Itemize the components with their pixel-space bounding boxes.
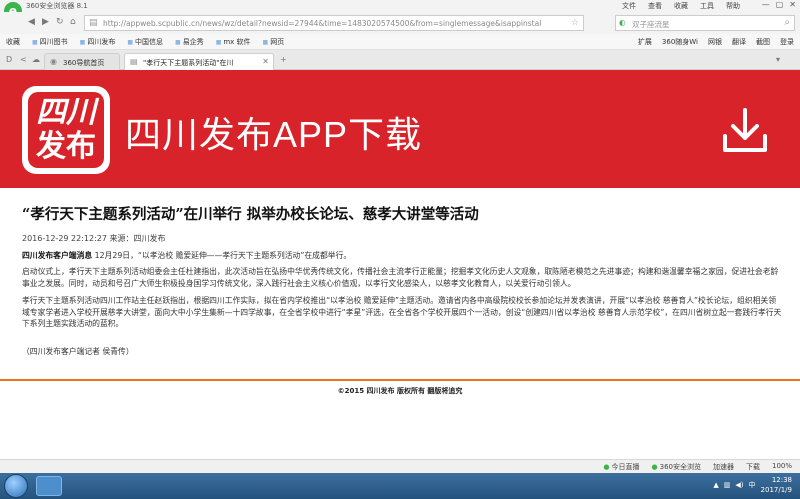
clock[interactable]: 12:38 2017/1/9 bbox=[761, 475, 792, 495]
search-engine-icon[interactable]: ◐ bbox=[619, 18, 626, 27]
status-accelerator[interactable]: 加速器 bbox=[713, 462, 734, 472]
favorite-item[interactable]: 网页 bbox=[263, 37, 284, 47]
address-bar[interactable]: ▤ http://appweb.scpublic.cn/news/wz/deta… bbox=[84, 15, 584, 31]
tray-up-icon[interactable]: ▲ bbox=[713, 481, 718, 489]
system-tray: ▲ ▥ ◀) 中 12:38 2017/1/9 bbox=[713, 475, 792, 495]
footer-divider bbox=[0, 379, 800, 381]
favorites-bar: 收藏 四川图书 四川发布 中国信息 易企秀 mx 软件 网页 扩展 360随身W… bbox=[0, 34, 800, 50]
tab-bar: D < ☁ ◉ 360导航首页 ▤ "孝行天下主题系列活动"在川 ✕ + ▾ bbox=[0, 50, 800, 70]
menu-help[interactable]: 帮助 bbox=[726, 1, 740, 11]
status-live[interactable]: 今日直播 bbox=[603, 462, 640, 472]
new-tab-icon[interactable]: + bbox=[280, 55, 287, 64]
article-title: “孝行天下主题系列活动”在川举行 拟举办校长论坛、慈孝大讲堂等活动 bbox=[22, 206, 479, 223]
minimize-icon[interactable]: — bbox=[762, 0, 770, 9]
clock-date: 2017/1/9 bbox=[760, 486, 792, 494]
browser-taskbar-icon[interactable] bbox=[36, 476, 62, 496]
forward-icon[interactable]: ▶ bbox=[42, 17, 49, 27]
lead-text: 12月29日，“以孝治校 赡爱延伸——孝行天下主题系列活动”在成都举行。 bbox=[92, 251, 352, 260]
taskbar: ▲ ▥ ◀) 中 12:38 2017/1/9 bbox=[0, 473, 800, 499]
app-download-banner[interactable]: 四川 发布 四川发布APP下载 bbox=[0, 70, 800, 188]
tool-wifi[interactable]: 360随身Wi bbox=[662, 37, 698, 47]
logo-line1: 四川 bbox=[36, 95, 96, 130]
app-title: 360安全浏览器 8.1 bbox=[26, 2, 88, 10]
address-url: http://appweb.scpublic.cn/news/wz/detail… bbox=[103, 19, 542, 28]
banner-title: 四川发布APP下载 bbox=[125, 114, 423, 155]
refresh-icon[interactable]: ↻ bbox=[56, 17, 64, 27]
article-meta: 2016-12-29 22:12:27 来源：四川发布 bbox=[22, 234, 166, 243]
tab-home[interactable]: ◉ 360导航首页 bbox=[44, 53, 120, 70]
volume-icon[interactable]: ◀) bbox=[735, 481, 743, 489]
close-icon[interactable]: ✕ bbox=[789, 0, 796, 9]
tab-close-icon[interactable]: ✕ bbox=[262, 57, 269, 66]
favorite-item[interactable]: 四川发布 bbox=[80, 37, 115, 47]
tool-extensions[interactable]: 扩展 bbox=[638, 37, 652, 47]
search-icon[interactable]: ⌕ bbox=[784, 17, 790, 28]
tab-home-label: 360导航首页 bbox=[63, 59, 105, 67]
address-row: ◀ ▶ ↻ ⌂ ▤ http://appweb.scpublic.cn/news… bbox=[0, 12, 800, 34]
article-paragraph: 孝行天下主题系列活动四川工作站主任赵跃指出，根据四川工作实际，拟在省内学校推出“… bbox=[22, 296, 782, 328]
app-logo: 四川 发布 bbox=[22, 86, 110, 174]
menu-view[interactable]: 查看 bbox=[648, 1, 662, 11]
tool-screenshot[interactable]: 截图 bbox=[756, 37, 770, 47]
zoom-level[interactable]: 100% bbox=[772, 462, 792, 472]
favorite-item[interactable]: 易企秀 bbox=[175, 37, 204, 47]
article-reporter: （四川发布客户端记者 侯青传） bbox=[22, 347, 134, 356]
menu-favorites[interactable]: 收藏 bbox=[674, 1, 688, 11]
clock-time: 12:38 bbox=[771, 476, 792, 484]
favorite-item[interactable]: 四川图书 bbox=[32, 37, 68, 47]
copyright: ©2015 四川发布 版权所有 翻版将追究 bbox=[337, 387, 463, 395]
tab-article-label: "孝行天下主题系列活动"在川 bbox=[143, 59, 234, 67]
start-button[interactable] bbox=[4, 474, 28, 498]
tab-article[interactable]: ▤ "孝行天下主题系列活动"在川 ✕ bbox=[124, 53, 274, 70]
sidebar-toggle-icon[interactable]: D bbox=[6, 55, 12, 64]
document-icon: ▤ bbox=[130, 57, 138, 66]
article-paragraph: 四川发布客户端消息 12月29日，“以孝治校 赡爱延伸——孝行天下主题系列活动”… bbox=[22, 250, 782, 262]
article-paragraph: 启动仪式上，孝行天下主题系列活动组委会主任杜建指出，此次活动旨在弘扬中华优秀传统… bbox=[22, 267, 779, 288]
input-method-icon[interactable]: 中 bbox=[749, 480, 756, 490]
network-icon[interactable]: ▥ bbox=[724, 481, 731, 489]
logo-line2: 发布 bbox=[36, 129, 96, 164]
favorite-item[interactable]: 中国信息 bbox=[127, 37, 163, 47]
web-page: 四川 发布 四川发布APP下载 “孝行天下主题系列活动”在川举行 拟举办校长论坛… bbox=[0, 70, 800, 459]
tool-translate[interactable]: 翻译 bbox=[732, 37, 746, 47]
back-icon[interactable]: ◀ bbox=[28, 17, 35, 27]
status-bar: 今日直播 360安全浏览 加速器 下载 100% bbox=[0, 459, 800, 473]
page-icon: ▤ bbox=[89, 18, 98, 28]
favorite-item[interactable]: mx 软件 bbox=[216, 37, 250, 47]
cloud-icon[interactable]: ☁ bbox=[32, 55, 40, 64]
home-icon[interactable]: ⌂ bbox=[70, 17, 76, 27]
tab-menu-icon[interactable]: ▾ bbox=[776, 55, 780, 64]
search-placeholder: 双子座流星 bbox=[632, 20, 670, 29]
download-icon[interactable] bbox=[720, 106, 770, 156]
status-security[interactable]: 360安全浏览 bbox=[652, 462, 701, 472]
menu-bar: 文件 查看 收藏 工具 帮助 bbox=[622, 1, 740, 11]
title-bar: 360安全浏览器 8.1 文件 查看 收藏 工具 帮助 — ▢ ✕ bbox=[0, 0, 800, 12]
maximize-icon[interactable]: ▢ bbox=[776, 0, 784, 9]
tab-home-icon: ◉ bbox=[50, 57, 57, 66]
star-icon[interactable]: ☆ bbox=[571, 18, 579, 28]
tab-list-icon[interactable]: < bbox=[20, 55, 27, 64]
tool-bank[interactable]: 网银 bbox=[708, 37, 722, 47]
favorites-button[interactable]: 收藏 bbox=[6, 37, 20, 47]
menu-tools[interactable]: 工具 bbox=[700, 1, 714, 11]
status-download[interactable]: 下载 bbox=[746, 462, 760, 472]
menu-file[interactable]: 文件 bbox=[622, 1, 636, 11]
search-box[interactable]: ◐ 双子座流星 ⌕ bbox=[615, 15, 795, 31]
window-controls: — ▢ ✕ bbox=[762, 0, 796, 9]
lead-source: 四川发布客户端消息 bbox=[22, 251, 93, 260]
tool-login[interactable]: 登录 bbox=[780, 37, 794, 47]
